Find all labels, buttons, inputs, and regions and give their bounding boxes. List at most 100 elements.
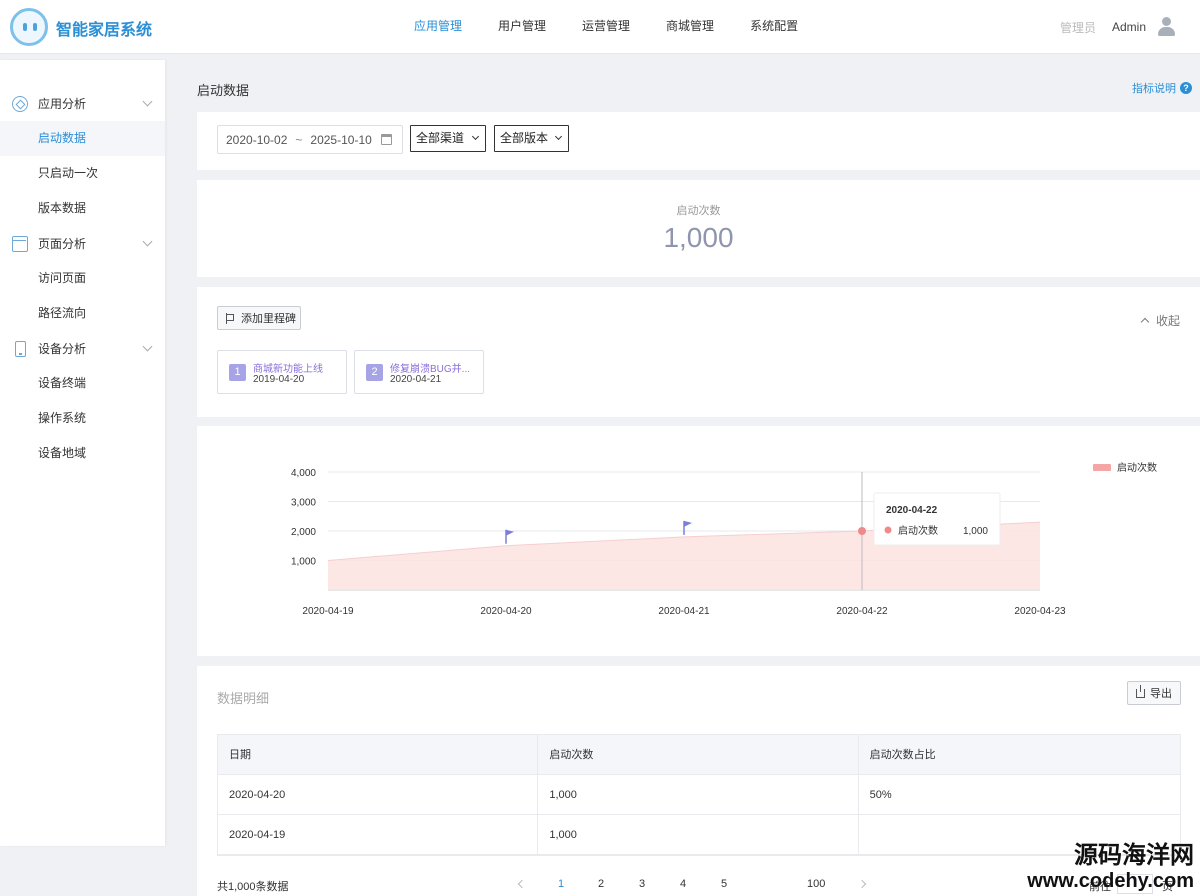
metric-help-label: 指标说明 [1132, 83, 1176, 95]
milestone-date: 2019-04-20 [253, 374, 305, 385]
milestone-flag-icon [684, 520, 692, 527]
sidebar-item-launch-once[interactable]: 只启动一次 [0, 156, 165, 191]
tooltip-box [873, 492, 1001, 546]
page-button-3[interactable]: 3 [639, 878, 645, 890]
x-tick-label: 2020-04-21 [658, 606, 710, 617]
legend-label: 启动次数 [1117, 461, 1157, 474]
column-header-ratio[interactable]: 启动次数占比 [859, 735, 1180, 774]
user-role: 管理员 [1059, 20, 1096, 35]
logo-icon[interactable] [10, 8, 48, 46]
x-tick-label: 2020-04-20 [480, 606, 532, 617]
tooltip-point [858, 527, 866, 535]
sidebar-group-app-analysis[interactable]: 应用分析 [0, 86, 165, 121]
export-button[interactable]: 导出 [1127, 681, 1181, 705]
date-end: 2025-10-10 [310, 132, 372, 147]
x-tick-label: 2020-04-23 [1014, 606, 1066, 617]
kpi-card: 启动次数 1,000 [197, 180, 1200, 277]
page-button-2[interactable]: 2 [598, 878, 604, 890]
sidebar-item-os[interactable]: 操作系统 [0, 401, 165, 436]
version-select[interactable]: 全部版本 [494, 125, 569, 152]
nav-mall[interactable]: 商城管理 [648, 0, 732, 54]
column-header-launches[interactable]: 启动次数 [538, 735, 859, 774]
milestone-date: 2020-04-21 [390, 374, 442, 385]
window-icon [12, 235, 28, 252]
version-select-value: 全部版本 [500, 131, 549, 145]
collapse-button[interactable]: 收起 [1140, 312, 1180, 329]
watermark-line1: 源码海洋网 [1074, 842, 1194, 869]
sidebar-item-device-region[interactable]: 设备地域 [0, 436, 165, 471]
watermark: 源码海洋网 www.codehy.com [1027, 842, 1194, 892]
legend-swatch [1093, 464, 1111, 471]
brand-title[interactable]: 智能家居系统 [56, 16, 152, 40]
date-range-picker[interactable]: 2020-10-02 ~ 2025-10-10 [217, 125, 403, 154]
milestone-card: 添加里程碑 收起 1 商城新功能上线 2019-04-20 2 修复崩溃BUG并… [197, 287, 1200, 417]
avatar-icon[interactable] [1156, 17, 1176, 37]
filter-bar: 2020-10-02 ~ 2025-10-10 全部渠道 全部版本 [197, 112, 1200, 170]
chevron-right-icon[interactable] [857, 879, 867, 889]
help-icon: ? [1180, 82, 1192, 94]
page-button-5[interactable]: 5 [721, 878, 727, 890]
sidebar: 应用分析 启动数据 只启动一次 版本数据 页面分析 访问页面 路径流向 设备分析… [0, 60, 165, 846]
detail-table: 日期 启动次数 启动次数占比 2020-04-20 1,000 50% 2020… [217, 734, 1181, 856]
table-cell: 2020-04-20 [218, 775, 539, 814]
page-button-1[interactable]: 1 [558, 878, 564, 890]
export-icon [1136, 684, 1145, 698]
nav-app-management[interactable]: 应用管理 [396, 0, 480, 54]
sidebar-item-device-terminal[interactable]: 设备终端 [0, 366, 165, 401]
chevron-down-icon [142, 96, 153, 107]
column-header-date[interactable]: 日期 [218, 735, 539, 774]
x-tick-label: 2020-04-22 [836, 606, 888, 617]
nav-system-config[interactable]: 系统配置 [732, 0, 816, 54]
date-start: 2020-10-02 [226, 132, 288, 147]
sidebar-group-device-analysis[interactable]: 设备分析 [0, 331, 165, 366]
top-nav: 应用管理 用户管理 运营管理 商城管理 系统配置 [396, 0, 816, 54]
tooltip-date: 2020-04-22 [886, 505, 938, 516]
nav-user-management[interactable]: 用户管理 [480, 0, 564, 54]
sidebar-group-label: 页面分析 [38, 237, 87, 251]
detail-title: 数据明细 [217, 691, 270, 706]
milestone-number: 1 [229, 364, 246, 381]
cube-icon [12, 95, 28, 112]
sidebar-group-label: 应用分析 [38, 97, 87, 111]
kpi-value: 1,000 [663, 222, 734, 253]
milestone-title: 商城新功能上线 [253, 364, 323, 375]
chevron-down-icon [471, 132, 480, 141]
calendar-icon [381, 134, 392, 145]
channel-select-value: 全部渠道 [416, 131, 465, 145]
page-button-last[interactable]: 100 [807, 878, 825, 890]
chevron-down-icon [142, 341, 153, 352]
page-button-4[interactable]: 4 [680, 878, 686, 890]
sidebar-group-page-analysis[interactable]: 页面分析 [0, 226, 165, 261]
milestone-item[interactable]: 2 修复崩溃BUG并... 2020-04-21 [354, 350, 484, 394]
nav-operations[interactable]: 运营管理 [564, 0, 648, 54]
metric-help-link[interactable]: 指标说明 ? [1132, 80, 1192, 96]
channel-select[interactable]: 全部渠道 [410, 125, 486, 152]
add-milestone-button[interactable]: 添加里程碑 [217, 306, 301, 330]
table-cell: 2020-04-19 [218, 815, 539, 854]
sidebar-item-launch-data[interactable]: 启动数据 [0, 121, 165, 156]
chevron-down-icon [554, 132, 563, 141]
tooltip-label: 启动次数 [898, 524, 938, 537]
milestone-number: 2 [366, 364, 383, 381]
y-tick-label: 3,000 [291, 498, 316, 509]
y-tick-label: 4,000 [291, 468, 316, 479]
milestone-item[interactable]: 1 商城新功能上线 2019-04-20 [217, 350, 347, 394]
sidebar-item-version-data[interactable]: 版本数据 [0, 191, 165, 226]
chevron-left-icon[interactable] [517, 879, 527, 889]
chevron-down-icon [142, 236, 153, 247]
table-cell: 50% [869, 789, 892, 801]
launch-chart: 1,000 2,000 3,000 4,000 2020-04-19 2020-04-20… [291, 461, 1157, 617]
table-header-row: 日期 启动次数 启动次数占比 [218, 735, 1180, 775]
add-milestone-label: 添加里程碑 [241, 313, 296, 325]
collapse-label: 收起 [1155, 314, 1180, 328]
y-tick-label: 1,000 [291, 557, 316, 568]
launch-chart-card: 1,000 2,000 3,000 4,000 2020-04-19 2020-04-20… [197, 426, 1200, 656]
top-header: 智能家居系统 应用管理 用户管理 运营管理 商城管理 系统配置 管理员 Admi… [0, 0, 1200, 54]
user-name[interactable]: Admin [1112, 20, 1146, 34]
sidebar-item-path-flow[interactable]: 路径流向 [0, 296, 165, 331]
y-tick-label: 2,000 [291, 527, 316, 538]
watermark-line2: www.codehy.com [1027, 870, 1194, 892]
table-row: 2020-04-20 1,000 50% [218, 775, 1180, 815]
sidebar-item-visited-pages[interactable]: 访问页面 [0, 261, 165, 296]
table-cell: 1,000 [538, 775, 859, 814]
